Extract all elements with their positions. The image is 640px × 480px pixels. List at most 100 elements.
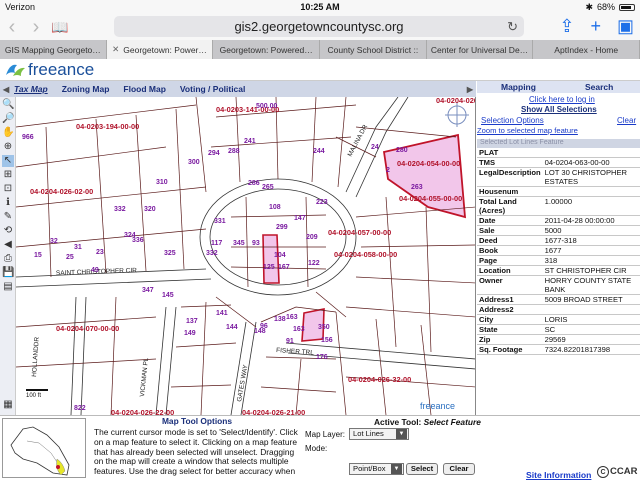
address-bar[interactable]: gis2.georgetowncountysc.org ↻ bbox=[114, 16, 524, 37]
selection-options-link[interactable]: Selection Options bbox=[481, 116, 544, 125]
attribute-key: Zip bbox=[477, 334, 543, 345]
lot-number-label: 244 bbox=[313, 148, 325, 155]
tab-zoning-map[interactable]: Zoning Map bbox=[62, 84, 110, 94]
selected-parcel-center[interactable] bbox=[262, 234, 280, 284]
tab-universal-design[interactable]: Center for Universal De… bbox=[427, 40, 534, 59]
tab-georgetown-powered[interactable]: Georgetown: Powered… bbox=[213, 40, 321, 59]
lot-number-label: 966 bbox=[22, 134, 34, 141]
lot-number-label: 23 bbox=[96, 249, 104, 256]
parcel-map[interactable]: SAINT CHRISTOPHER CIR VICKMAN PL GATES W… bbox=[16, 97, 476, 415]
attribute-key: LegalDescription bbox=[477, 167, 543, 187]
new-tab-icon[interactable]: + bbox=[590, 16, 601, 37]
scroll-right-icon[interactable]: ▶ bbox=[467, 85, 473, 94]
save-icon[interactable]: 💾 bbox=[2, 267, 14, 279]
map-layer-label: Map Layer: bbox=[305, 430, 346, 439]
freeance-watermark: freeance bbox=[420, 401, 455, 411]
lot-number-label: 822 bbox=[74, 405, 86, 412]
attribute-value: 1.00000 bbox=[542, 196, 640, 216]
pan-hand-icon[interactable]: ✋ bbox=[2, 127, 14, 139]
parcel-map-canvas[interactable]: SAINT CHRISTOPHER CIR VICKMAN PL GATES W… bbox=[16, 97, 476, 415]
attribute-value: 5009 BROAD STREET bbox=[542, 294, 640, 305]
close-icon[interactable]: ✕ bbox=[112, 44, 119, 55]
attribute-value: SC bbox=[542, 324, 640, 335]
overview-map-canvas[interactable] bbox=[3, 419, 87, 479]
attribute-key: State bbox=[477, 324, 543, 335]
attribute-row: Address2 bbox=[477, 304, 640, 315]
show-all-selections-link[interactable]: Show All Selections bbox=[521, 105, 597, 114]
attribute-value: 1677 bbox=[542, 245, 640, 256]
back-extent-icon[interactable]: ◀ bbox=[2, 239, 14, 251]
overview-map[interactable] bbox=[2, 418, 86, 478]
login-link[interactable]: Click here to log in bbox=[529, 95, 595, 104]
lot-number-label: 156 bbox=[321, 337, 333, 344]
search-tab[interactable]: Search bbox=[585, 82, 613, 92]
legend-icon[interactable]: ▦ bbox=[2, 399, 14, 411]
zoom-extent-icon[interactable]: ⊕ bbox=[2, 141, 14, 153]
draw-icon[interactable]: ✎ bbox=[2, 211, 14, 223]
attribute-key: Deed bbox=[477, 235, 543, 246]
freeance-logo-icon bbox=[6, 64, 25, 76]
print-icon[interactable]: ⎙ bbox=[2, 253, 14, 265]
browser-tabs: GIS Mapping Georgeto… ✕ Georgetown: Power… bbox=[0, 40, 640, 59]
clock: 10:25 AM bbox=[300, 2, 340, 12]
refresh-icon[interactable]: ⟲ bbox=[2, 225, 14, 237]
mode-label: Mode: bbox=[305, 444, 328, 453]
share-icon[interactable]: ⇪ bbox=[559, 16, 574, 37]
attribute-row: PLAT bbox=[477, 148, 640, 158]
attribute-key: Book bbox=[477, 245, 543, 256]
lot-number-label: 163 bbox=[286, 314, 298, 321]
attribute-value: 7324.82201817398 bbox=[542, 344, 640, 355]
lot-number-label: 108 bbox=[269, 204, 281, 211]
tab-flood-map[interactable]: Flood Map bbox=[123, 84, 166, 94]
zoom-out-icon[interactable]: 🔎 bbox=[2, 113, 14, 125]
attribute-row: LegalDescription LOT 30 CHRISTOPHER ESTAT… bbox=[477, 167, 640, 187]
reload-icon[interactable]: ↻ bbox=[507, 19, 518, 35]
tab-georgetown-powered-active[interactable]: ✕ Georgetown: Power… bbox=[106, 40, 214, 59]
back-icon[interactable]: ‹ bbox=[0, 17, 24, 37]
north-arrow-icon[interactable] bbox=[445, 103, 469, 127]
parcel-id-label: 04-0203-194-00-00 bbox=[76, 122, 139, 131]
clear-button[interactable]: Clear bbox=[443, 463, 475, 475]
measure-icon[interactable]: ⊞ bbox=[2, 169, 14, 181]
clear-link[interactable]: Clear bbox=[617, 116, 636, 125]
scroll-left-icon[interactable]: ◀ bbox=[3, 85, 9, 94]
attribute-value: ST CHRISTOPHER CIR bbox=[542, 265, 640, 276]
parcel-id-label: 04-0204-070-00-00 bbox=[56, 324, 119, 333]
parcel-id-label: 04-0204-057-00-00 bbox=[328, 228, 391, 237]
lot-number-label: 2 bbox=[386, 167, 390, 174]
site-information-link[interactable]: Site Information bbox=[526, 470, 591, 480]
select-identify-icon[interactable]: ↖ bbox=[2, 155, 14, 167]
bookmarks-icon[interactable]: 📖 bbox=[48, 17, 72, 37]
attribute-row: Address1 5009 BROAD STREET bbox=[477, 294, 640, 305]
attribute-value bbox=[542, 304, 640, 315]
tab-aptindex[interactable]: AptIndex - Home bbox=[533, 40, 640, 59]
zoom-to-feature-link[interactable]: Zoom to selected map feature bbox=[477, 126, 578, 135]
tab-county-school[interactable]: County School District :: bbox=[320, 40, 427, 59]
attribute-row: State SC bbox=[477, 324, 640, 335]
attribute-key: Housenum bbox=[477, 186, 543, 197]
buffer-icon[interactable]: ⊡ bbox=[2, 183, 14, 195]
lot-number-label: 265 bbox=[262, 184, 274, 191]
attribute-value: 04-0204-063-00-00 bbox=[542, 157, 640, 168]
map-layer-select[interactable]: Lot Lines ▼ bbox=[349, 428, 409, 440]
tab-tax-map[interactable]: Tax Map bbox=[14, 84, 48, 94]
layers-icon[interactable]: ▤ bbox=[2, 281, 14, 293]
forward-icon[interactable]: › bbox=[24, 17, 48, 37]
lot-number-label: 325 bbox=[164, 250, 176, 257]
freeance-logo: freeance bbox=[4, 60, 94, 80]
lot-number-label: 96 bbox=[260, 323, 268, 330]
zoom-in-icon[interactable]: 🔍 bbox=[2, 99, 14, 111]
lot-number-label: 167 bbox=[278, 264, 290, 271]
select-button[interactable]: Select bbox=[406, 463, 438, 475]
attribute-value: 2011-04-28 00:00:00 bbox=[542, 215, 640, 226]
mapping-tab[interactable]: Mapping bbox=[501, 82, 536, 92]
mode-select[interactable]: Point/Box ▼ bbox=[349, 463, 404, 475]
tabs-icon[interactable]: ▣ bbox=[617, 16, 634, 37]
identify-icon[interactable]: ℹ bbox=[2, 197, 14, 209]
attribute-value bbox=[542, 148, 640, 158]
map-tool-column: 🔍 🔎 ✋ ⊕ ↖ ⊞ ⊡ ℹ ✎ ⟲ ◀ ⎙ 💾 ▤ ▦ bbox=[0, 97, 16, 415]
attribute-key: Owner bbox=[477, 275, 543, 295]
tab-voting-political[interactable]: Voting / Political bbox=[180, 84, 246, 94]
attribute-key: Sq. Footage bbox=[477, 344, 543, 355]
tab-gis-mapping[interactable]: GIS Mapping Georgeto… bbox=[0, 40, 107, 59]
